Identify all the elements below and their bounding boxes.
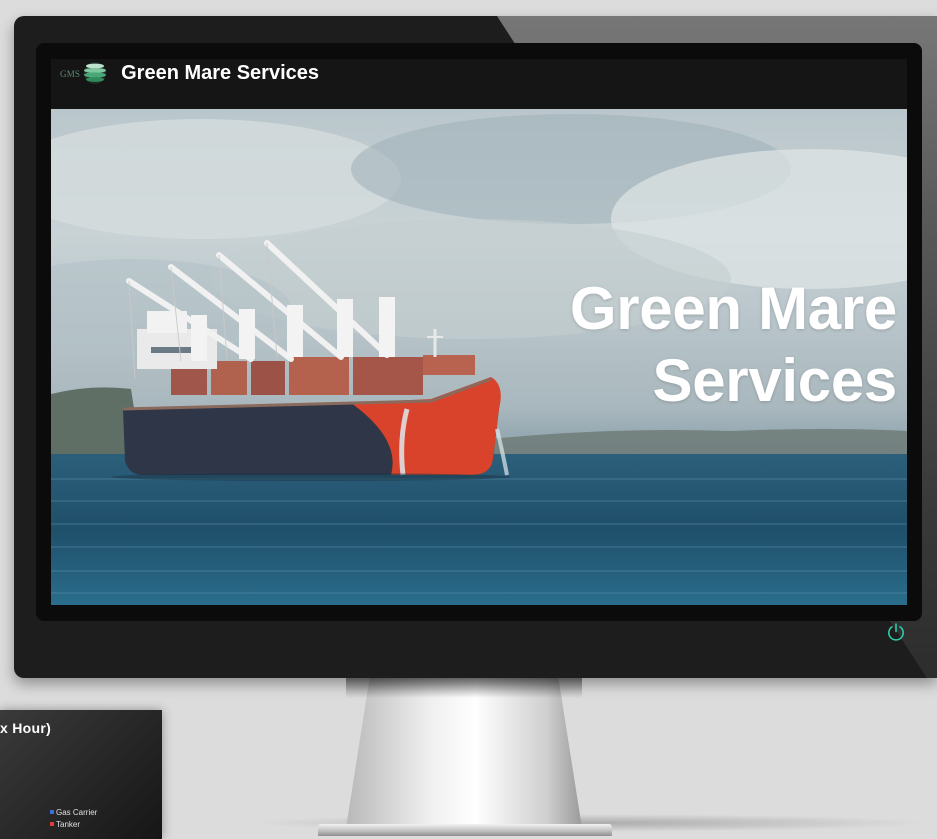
hero-title-line-2: Services — [652, 347, 898, 414]
chart-legend: Gas Carrier Tanker — [50, 806, 97, 830]
monitor-screen: GMS Green Mare Services Green Mare Servi… — [51, 59, 907, 605]
monitor-stand — [346, 678, 582, 828]
power-button[interactable] — [886, 622, 906, 642]
hero-title: Green Mare Services — [497, 273, 897, 417]
legend-label: Tanker — [56, 819, 81, 829]
site-logo-text[interactable]: GMS — [60, 69, 80, 79]
legend-label: Gas Carrier — [56, 807, 98, 817]
hero-section: Green Mare Services — [51, 109, 907, 605]
monitor-stand-base — [318, 824, 612, 836]
stand-shadow — [346, 678, 582, 698]
legend-swatch-blue — [50, 810, 54, 814]
legend-swatch-red — [50, 822, 54, 826]
site-navbar: GMS Green Mare Services — [51, 59, 907, 109]
power-icon — [888, 623, 904, 641]
chart-title-fragment: x Hour) — [0, 720, 52, 736]
hero-title-line-1: Green Mare — [569, 275, 897, 342]
legend-item-gas-carrier: Gas Carrier — [50, 806, 97, 818]
monitor-frame: GMS Green Mare Services Green Mare Servi… — [14, 16, 937, 678]
legend-item-tanker: Tanker — [50, 818, 97, 830]
globe-icon[interactable] — [83, 61, 107, 85]
site-brand-title[interactable]: Green Mare Services — [121, 62, 319, 85]
